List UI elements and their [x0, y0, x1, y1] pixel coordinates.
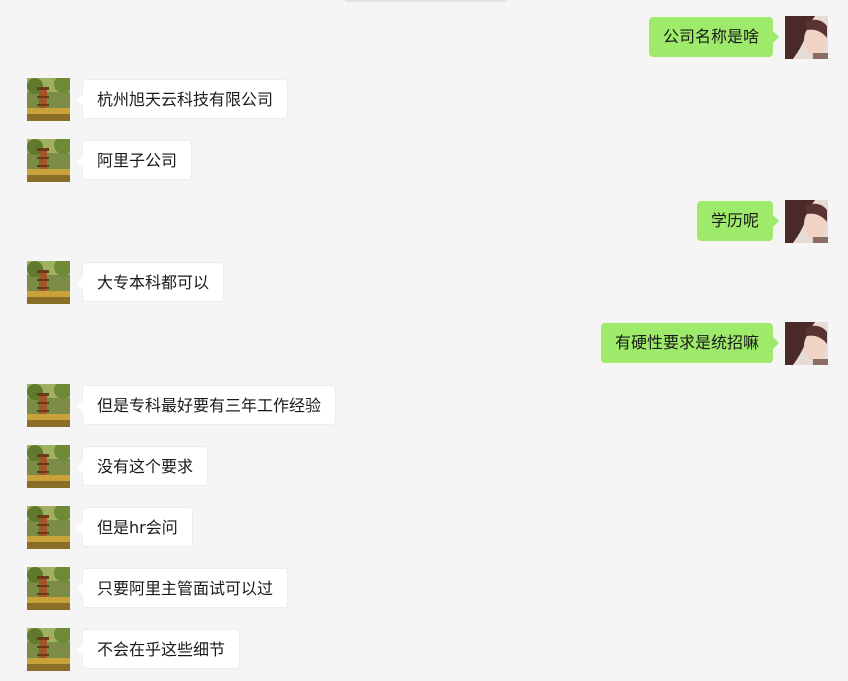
pagoda-landscape-avatar-icon[interactable]: [27, 628, 70, 671]
message-row-outgoing: 公司名称是啥: [0, 16, 848, 60]
pagoda-landscape-avatar-icon[interactable]: [27, 139, 70, 182]
message-row-incoming: 阿里子公司: [0, 139, 848, 183]
message-row-incoming: 但是专科最好要有三年工作经验: [0, 384, 848, 428]
message-bubble-incoming[interactable]: 只要阿里主管面试可以过: [76, 568, 289, 608]
chat-window: 公司名称是啥 杭州旭天云科技有限公司 阿里子公司 学历呢 大专本科都可以 有硬性…: [0, 0, 848, 681]
message-bubble-incoming[interactable]: 杭州旭天云科技有限公司: [76, 79, 289, 119]
message-bubble-outgoing[interactable]: 有硬性要求是统招嘛: [600, 323, 780, 363]
top-divider: [345, 0, 507, 2]
pagoda-landscape-avatar-icon[interactable]: [27, 261, 70, 304]
message-row-outgoing: 学历呢: [0, 200, 848, 244]
person-photo-avatar-icon[interactable]: [785, 16, 828, 59]
message-row-incoming: 杭州旭天云科技有限公司: [0, 78, 848, 122]
message-bubble-incoming[interactable]: 没有这个要求: [76, 446, 209, 486]
pagoda-landscape-avatar-icon[interactable]: [27, 445, 70, 488]
pagoda-landscape-avatar-icon[interactable]: [27, 506, 70, 549]
message-bubble-incoming[interactable]: 但是hr会问: [77, 507, 193, 547]
pagoda-landscape-avatar-icon[interactable]: [27, 567, 70, 610]
message-row-incoming: 但是hr会问: [0, 506, 848, 550]
message-bubble-outgoing[interactable]: 公司名称是啥: [648, 17, 780, 57]
person-photo-avatar-icon[interactable]: [785, 200, 828, 243]
pagoda-landscape-avatar-icon[interactable]: [27, 78, 70, 121]
message-bubble-outgoing[interactable]: 学历呢: [696, 201, 780, 241]
message-row-incoming: 不会在乎这些细节: [0, 628, 848, 672]
message-row-incoming: 没有这个要求: [0, 445, 848, 489]
message-bubble-incoming[interactable]: 阿里子公司: [76, 140, 193, 180]
message-row-incoming: 大专本科都可以: [0, 261, 848, 305]
message-bubble-incoming[interactable]: 但是专科最好要有三年工作经验: [76, 385, 337, 425]
pagoda-landscape-avatar-icon[interactable]: [27, 384, 70, 427]
message-bubble-incoming[interactable]: 不会在乎这些细节: [76, 629, 241, 669]
message-row-outgoing: 有硬性要求是统招嘛: [0, 322, 848, 366]
message-bubble-incoming[interactable]: 大专本科都可以: [76, 262, 225, 302]
message-row-incoming: 只要阿里主管面试可以过: [0, 567, 848, 611]
person-photo-avatar-icon[interactable]: [785, 322, 828, 365]
